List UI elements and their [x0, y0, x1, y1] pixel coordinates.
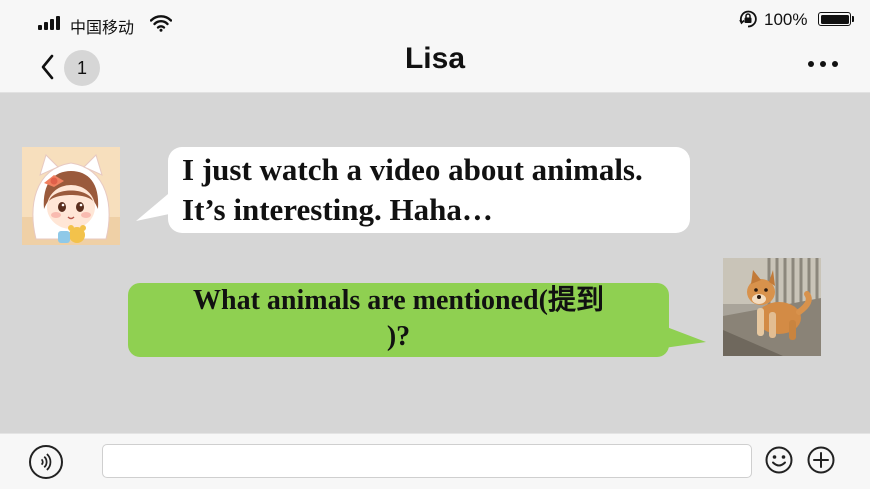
my-avatar[interactable]: [723, 258, 821, 356]
chat-area: I just watch a video about animals. It’s…: [0, 93, 870, 433]
battery-icon: [818, 12, 854, 26]
nav-bar: 1 Lisa: [0, 40, 870, 93]
message-input[interactable]: [102, 444, 752, 478]
incoming-message-bubble[interactable]: I just watch a video about animals. It’s…: [168, 147, 690, 233]
message-text-line: I just watch a video about animals.: [182, 152, 643, 187]
chevron-left-icon[interactable]: [34, 50, 64, 84]
emoji-icon[interactable]: [764, 445, 794, 475]
contact-avatar[interactable]: [22, 147, 120, 245]
chat-title-bar: Lisa: [0, 40, 870, 78]
status-bar: 中国移动 100%: [0, 0, 870, 40]
chat-title: Lisa: [404, 42, 466, 75]
message-text-line: )?: [386, 321, 411, 352]
outgoing-message-bubble[interactable]: What animals are mentioned(提到 )?: [128, 283, 669, 357]
wifi-icon: [150, 15, 172, 32]
battery-percent: 100%: [764, 10, 808, 29]
input-bar: [0, 433, 870, 489]
message-text-line: What animals are mentioned(提到: [193, 285, 604, 316]
signal-icon: [38, 16, 64, 30]
more-dots-icon[interactable]: [804, 56, 842, 72]
carrier-name: 中国移动: [70, 18, 135, 37]
rotation-lock-icon: [739, 10, 757, 28]
unread-count-badge[interactable]: 1: [64, 50, 100, 86]
voice-icon[interactable]: [29, 445, 63, 479]
message-text-line: It’s interesting. Haha…: [182, 192, 493, 227]
plus-icon[interactable]: [806, 445, 836, 475]
outgoing-bubble-tail: [664, 326, 706, 348]
